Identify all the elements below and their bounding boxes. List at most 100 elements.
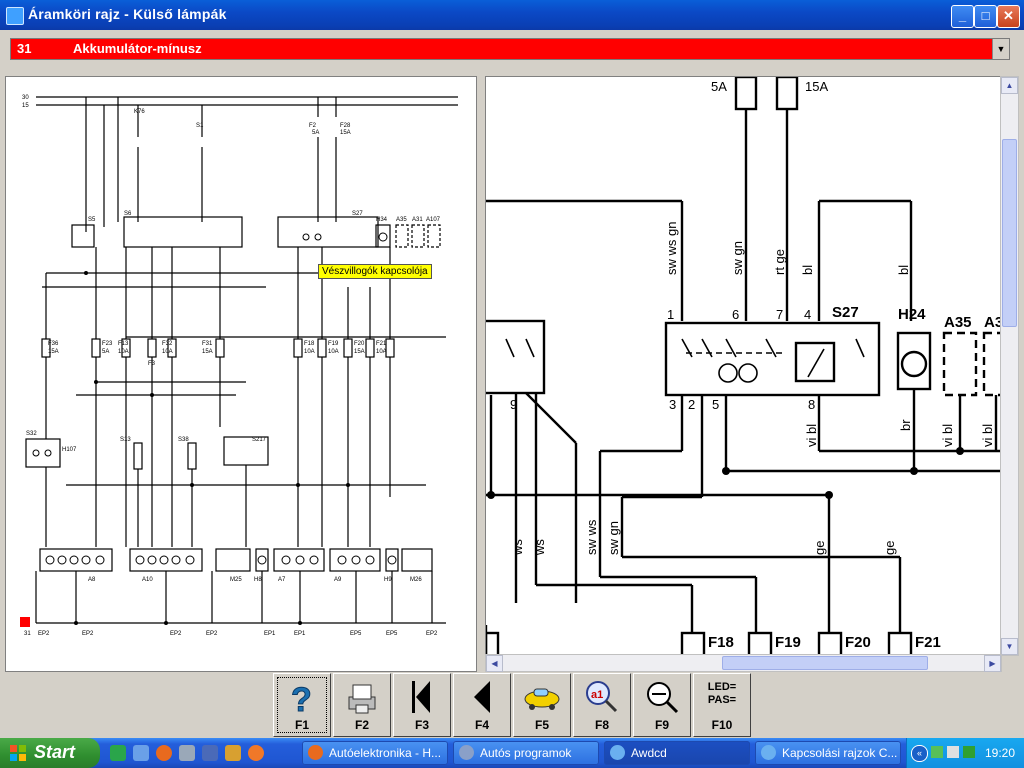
globe-icon <box>610 745 625 760</box>
wire-label: ge <box>882 541 897 555</box>
chevron-down-icon[interactable]: ▼ <box>992 39 1009 59</box>
wire-label: sw ws <box>584 519 599 555</box>
close-button[interactable]: ✕ <box>997 5 1020 28</box>
taskbar-item[interactable]: Autóelektronika - H... <box>302 741 448 765</box>
scroll-left-icon[interactable]: ◀ <box>486 655 503 672</box>
ground-label: EP5 <box>386 631 398 637</box>
quicklaunch-app-icon[interactable] <box>202 745 218 761</box>
component-label: F21 <box>376 341 387 347</box>
wire-label: rt ge <box>772 249 787 275</box>
firefox-icon[interactable] <box>156 745 172 761</box>
tray-expand-icon[interactable]: « <box>911 745 928 762</box>
f5-car-button[interactable]: F5 <box>513 673 571 737</box>
rail-label-15: 15 <box>22 103 29 109</box>
zoomed-schematic: 5A 15A sw ws gn sw gn rt ge bl bl vi bl … <box>486 77 1001 655</box>
scroll-up-icon[interactable]: ▲ <box>1001 77 1018 94</box>
quicklaunch-app-icon[interactable] <box>133 745 149 761</box>
fuse-rating: 15A <box>805 79 828 94</box>
maximize-button[interactable]: □ <box>974 5 997 28</box>
pin-label: 6 <box>732 307 739 322</box>
taskbar-item[interactable]: Kapcsolási rajzok C... <box>755 741 901 765</box>
fuse-rating: 10A <box>304 349 315 355</box>
quicklaunch-app-icon[interactable] <box>225 745 241 761</box>
taskbar-item[interactable]: Autós programok <box>453 741 599 765</box>
f1-help-button[interactable]: ? F1 <box>273 673 331 737</box>
component-label: F18 <box>304 341 315 347</box>
wire-label: br <box>898 419 913 431</box>
component-label: A9 <box>334 577 342 583</box>
scroll-down-icon[interactable]: ▼ <box>1001 638 1018 655</box>
pin-label: 8 <box>808 397 815 412</box>
wire-label: ge <box>812 541 827 555</box>
f8-zoom-component-button[interactable]: a1 F8 <box>573 673 631 737</box>
wire-label: bl <box>800 265 815 275</box>
taskbar-item-active[interactable]: Awdcd <box>604 741 750 765</box>
wire-label: sw gn <box>730 241 745 275</box>
zoomed-schematic-panel[interactable]: 5A 15A sw ws gn sw gn rt ge bl bl vi bl … <box>485 76 1002 656</box>
globe-icon <box>761 745 776 760</box>
ground-label: EP1 <box>294 631 306 637</box>
fuse-rating: 15A <box>340 130 351 136</box>
component-label: H107 <box>62 447 77 453</box>
circuit-selector-dropdown[interactable]: 31 Akkumulátor-mínusz ▼ <box>10 38 1010 60</box>
component-label: F20 <box>354 341 365 347</box>
vertical-scroll-thumb[interactable] <box>1002 139 1017 327</box>
f9-zoom-button[interactable]: F9 <box>633 673 691 737</box>
zoom-icon <box>634 677 690 717</box>
fuse-rating: 10A <box>162 349 173 355</box>
fuse-rating: 15A <box>48 349 59 355</box>
vertical-scrollbar[interactable]: ▲ ▼ <box>1000 76 1019 656</box>
overview-schematic: 30 15 K76 S1 F2 F28 5A 15A S5 S6 S27 H34… <box>20 95 458 637</box>
car-icon <box>514 677 570 717</box>
wire-label: vi bl <box>940 424 955 447</box>
component-label-a35: A35 <box>944 314 972 331</box>
clock[interactable]: 19:20 <box>985 746 1015 760</box>
quicklaunch-app-icon[interactable] <box>110 745 126 761</box>
component-label: S5 <box>88 217 96 223</box>
overview-schematic-panel[interactable]: 30 15 K76 S1 F2 F28 5A 15A S5 S6 S27 H34… <box>5 76 477 672</box>
ground-label: EP2 <box>82 631 94 637</box>
network-icon[interactable] <box>931 746 943 758</box>
fuse-rating: 5A <box>312 130 319 136</box>
component-label: F36 <box>48 341 59 347</box>
zoom-component-icon: a1 <box>574 677 630 717</box>
ground-label: EP2 <box>170 631 182 637</box>
svg-text:?: ? <box>291 681 312 717</box>
horizontal-scrollbar[interactable]: ◀ ▶ <box>485 654 1002 672</box>
pin-label: 5 <box>712 397 719 412</box>
f10-led-pass-button[interactable]: LED= PAS= F10 <box>693 673 751 737</box>
help-icon: ? <box>274 677 330 720</box>
pin-label: 9 <box>510 397 517 412</box>
component-label: S13 <box>120 437 131 443</box>
ground-label: EP2 <box>38 631 50 637</box>
f3-first-page-button[interactable]: F3 <box>393 673 451 737</box>
wire-label: vi bl <box>804 424 819 447</box>
volume-icon[interactable] <box>947 746 959 758</box>
start-button[interactable]: Start <box>0 738 100 768</box>
ground-label: EP1 <box>264 631 276 637</box>
fuse-rating: 10A <box>118 349 129 355</box>
component-label: A31 <box>412 217 423 223</box>
component-label: H9 <box>384 577 392 583</box>
pin-label: 3 <box>669 397 676 412</box>
component-label: A8 <box>88 577 96 583</box>
pin-label: 1 <box>667 307 674 322</box>
system-tray: « 19:20 <box>906 738 1024 768</box>
wire-label: vi bl <box>980 424 995 447</box>
f2-print-button[interactable]: F2 <box>333 673 391 737</box>
component-label: F32 <box>162 341 173 347</box>
quicklaunch-app-icon[interactable] <box>179 745 195 761</box>
scroll-right-icon[interactable]: ▶ <box>984 655 1001 672</box>
quicklaunch-app-icon[interactable] <box>248 745 264 761</box>
led-pass-icon-text: LED= PAS= <box>707 681 737 706</box>
component-label-s27: S27 <box>832 304 859 321</box>
f4-previous-page-button[interactable]: F4 <box>453 673 511 737</box>
component-label-f19: F19 <box>775 634 801 651</box>
component-label: S38 <box>178 437 189 443</box>
tray-app-icon[interactable] <box>963 746 975 758</box>
horizontal-scroll-thumb[interactable] <box>722 656 928 670</box>
printer-icon <box>334 677 390 717</box>
minimize-button[interactable]: _ <box>951 5 974 28</box>
svg-text:a1: a1 <box>591 689 603 701</box>
component-label: A7 <box>278 577 286 583</box>
